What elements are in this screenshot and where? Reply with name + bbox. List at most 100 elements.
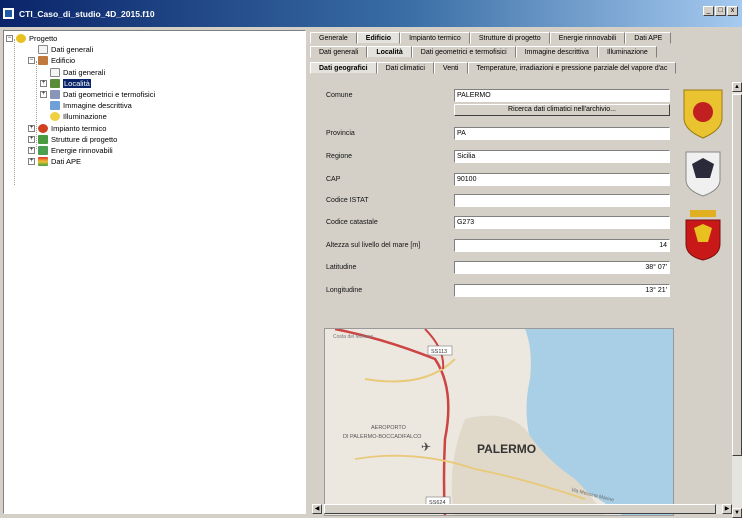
tab-localita[interactable]: Località: [367, 46, 412, 58]
trinacria-icon: [693, 102, 713, 122]
tab-illuminazione[interactable]: Illuminazione: [597, 46, 657, 58]
tab-dati-geometrici[interactable]: Dati geometrici e termofisici: [411, 46, 516, 58]
climate-search-button[interactable]: Ricerca dati climatici nell'archivio...: [454, 104, 670, 116]
location-map[interactable]: Costa del Monaco SS113 AEROPORTO DI PALE…: [324, 328, 674, 516]
document-icon: [50, 67, 60, 77]
tab-edificio[interactable]: Edificio: [356, 32, 401, 44]
crest-column: [680, 82, 726, 518]
regione-label: Regione: [326, 153, 353, 160]
expand-icon[interactable]: +: [40, 90, 47, 98]
main-panel: Generale Edificio Impianto termico Strut…: [310, 30, 742, 518]
renewable-icon: [38, 145, 48, 155]
longitudine-label: Longitudine: [326, 287, 363, 294]
tree-node-impianto[interactable]: + Impianto termico: [28, 123, 106, 133]
scroll-right-icon[interactable]: ▶: [722, 504, 732, 514]
expand-icon[interactable]: +: [28, 135, 35, 143]
map-label-airport-2: DI PALERMO-BOCCADIFALCO: [343, 434, 422, 440]
latitudine-field[interactable]: 38° 07': [454, 261, 670, 274]
tree-node-dati-generali[interactable]: Dati generali: [38, 44, 93, 54]
tree-node-illuminazione[interactable]: Illuminazione: [50, 111, 107, 121]
tab-energie[interactable]: Energie rinnovabili: [549, 32, 626, 44]
location-icon: [50, 78, 60, 88]
window-title: CTI_Caso_di_studio_4D_2015.f10: [19, 8, 155, 19]
horizontal-scrollbar[interactable]: ◀ ▶: [312, 504, 732, 514]
altezza-label: Altezza sul livello del mare [m]: [326, 242, 421, 249]
title-bar: CTI_Caso_di_studio_4D_2015.f10 _ □ x: [0, 0, 742, 27]
expand-icon[interactable]: +: [28, 124, 35, 132]
tab-impianto-termico[interactable]: Impianto termico: [400, 32, 470, 44]
longitudine-field[interactable]: 13° 21': [454, 284, 670, 297]
tree-line: [14, 39, 15, 185]
expand-icon[interactable]: +: [28, 146, 35, 154]
map-label-airport-1: AEROPORTO: [371, 425, 407, 431]
tabs-level1: Generale Edificio Impianto termico Strut…: [310, 32, 672, 44]
structure-icon: [38, 134, 48, 144]
istat-field[interactable]: [454, 194, 670, 207]
catastale-label: Codice catastale: [326, 219, 378, 226]
comune-label: Comune: [326, 92, 353, 99]
tab-dati-generali[interactable]: Dati generali: [310, 46, 368, 58]
provincia-label: Provincia: [326, 130, 355, 137]
dati-geografici-panel: Comune PALERMO Ricerca dati climatici ne…: [312, 82, 688, 518]
image-icon: [50, 100, 60, 110]
crown-icon: [690, 210, 716, 217]
altezza-field[interactable]: 14: [454, 239, 670, 252]
window-controls: _ □ x: [703, 6, 738, 16]
collapse-icon[interactable]: −: [6, 34, 13, 42]
maximize-button[interactable]: □: [715, 6, 726, 16]
map-label-costa: Costa del Monaco: [333, 334, 374, 340]
catastale-field[interactable]: G273: [454, 216, 670, 229]
tree-node-dati-geometrici[interactable]: + Dati geometrici e termofisici: [40, 89, 155, 99]
scroll-down-icon[interactable]: ▼: [732, 508, 742, 518]
provincia-field[interactable]: PA: [454, 127, 670, 140]
tab-dati-ape[interactable]: Dati APE: [625, 32, 672, 44]
airplane-icon: ✈: [421, 440, 431, 454]
geometry-icon: [50, 89, 60, 99]
app-icon: [2, 7, 15, 20]
tab-temperature[interactable]: Temperature, irradiazioni e pressione pa…: [467, 62, 677, 74]
tab-generale[interactable]: Generale: [310, 32, 357, 44]
scroll-up-icon[interactable]: ▲: [732, 82, 742, 92]
horizontal-scroll-thumb[interactable]: [324, 504, 716, 514]
vertical-scroll-thumb[interactable]: [732, 94, 742, 456]
tree-node-localita[interactable]: + Località: [40, 78, 91, 88]
expand-icon[interactable]: +: [40, 79, 47, 87]
tree-node-immagine[interactable]: Immagine descrittiva: [50, 100, 132, 110]
crests-svg: [683, 89, 723, 261]
close-button[interactable]: x: [727, 6, 738, 16]
tree-node-ape[interactable]: + Dati APE: [28, 156, 81, 166]
regione-field[interactable]: Sicilia: [454, 150, 670, 163]
tabs-level3: Dati geografici Dati climatici Venti Tem…: [310, 62, 742, 74]
tree-node-energie[interactable]: + Energie rinnovabili: [28, 145, 113, 155]
tab-immagine[interactable]: Immagine descrittiva: [515, 46, 598, 58]
map-canvas: Costa del Monaco SS113 AEROPORTO DI PALE…: [325, 329, 673, 515]
heating-icon: [38, 123, 48, 133]
cap-label: CAP: [326, 176, 341, 183]
bulb-icon: [50, 111, 60, 121]
ape-icon: [38, 156, 48, 166]
collapse-icon[interactable]: −: [28, 56, 35, 64]
comune-field[interactable]: PALERMO: [454, 89, 670, 102]
tree-node-progetto[interactable]: − Progetto: [6, 33, 57, 43]
tab-dati-climatici[interactable]: Dati climatici: [376, 62, 434, 74]
latitudine-label: Latitudine: [326, 264, 357, 271]
tree-node-strutture[interactable]: + Strutture di progetto: [28, 134, 117, 144]
project-icon: [16, 33, 26, 43]
tree-node-edificio-dati-generali[interactable]: Dati generali: [50, 67, 105, 77]
minimize-button[interactable]: _: [703, 6, 714, 16]
project-tree[interactable]: − Progetto Dati generali − Edificio Dati…: [3, 30, 306, 514]
expand-icon[interactable]: +: [28, 157, 35, 165]
vertical-scrollbar[interactable]: ▲ ▼: [732, 82, 742, 518]
tab-strutture[interactable]: Strutture di progetto: [469, 32, 550, 44]
tab-dati-geografici[interactable]: Dati geografici: [310, 62, 377, 74]
building-icon: [38, 55, 48, 65]
cap-field[interactable]: 90100: [454, 173, 670, 186]
tab-venti[interactable]: Venti: [433, 62, 468, 74]
map-label-ss113: SS113: [431, 349, 447, 355]
tabs-level2: Dati generali Località Dati geometrici e…: [310, 46, 657, 58]
tree-node-edificio[interactable]: − Edificio: [28, 55, 75, 65]
document-icon: [38, 44, 48, 54]
scroll-left-icon[interactable]: ◀: [312, 504, 322, 514]
map-label-city: PALERMO: [477, 442, 536, 456]
istat-label: Codice ISTAT: [326, 197, 369, 204]
